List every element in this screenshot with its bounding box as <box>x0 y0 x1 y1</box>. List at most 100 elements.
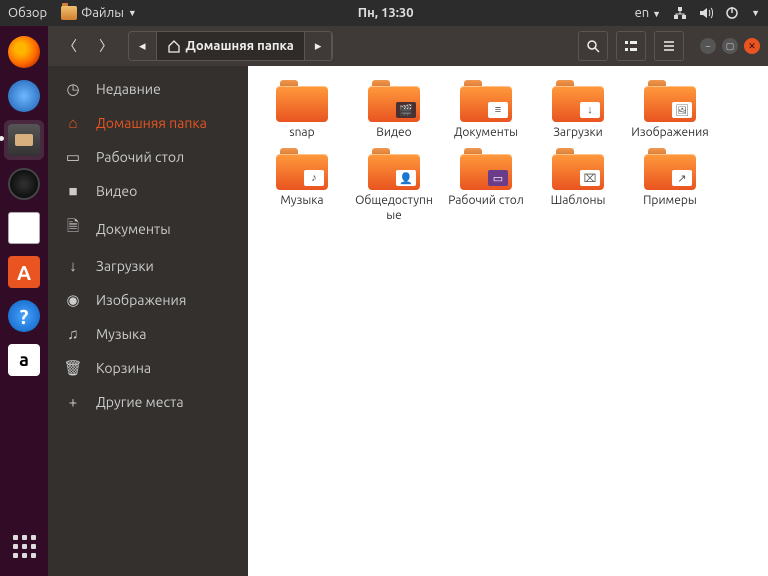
folder-item[interactable]: 🎬 Видео <box>350 80 438 140</box>
sidebar-item-videos[interactable]: ■Видео <box>48 174 248 208</box>
clock-icon: ◷ <box>64 80 82 98</box>
sidebar-item-recent[interactable]: ◷Недавние <box>48 72 248 106</box>
language-indicator[interactable]: en ▼ <box>635 6 662 20</box>
folder-emblem-icon: ↗ <box>672 170 692 186</box>
folder-item[interactable]: ♪ Музыка <box>258 148 346 223</box>
folder-item[interactable]: ▭ Рабочий стол <box>442 148 530 223</box>
folder-label: snap <box>289 126 314 140</box>
show-applications-button[interactable] <box>4 526 44 566</box>
volume-icon[interactable] <box>699 6 713 20</box>
dock-help[interactable]: ? <box>4 296 44 336</box>
help-icon: ? <box>8 300 40 332</box>
amazon-icon: a <box>8 344 40 376</box>
folder-item[interactable]: ↗Примеры <box>626 148 714 223</box>
clock[interactable]: Пн, 13:30 <box>137 6 635 20</box>
folder-label: Документы <box>454 126 518 140</box>
dock: A ? a <box>0 26 48 576</box>
sidebar-item-music[interactable]: ♫Музыка <box>48 317 248 351</box>
files-window: 〈 〉 ◂ Домашняя папка ▸ – ▢ <box>48 26 768 576</box>
folder-label: Видео <box>376 126 411 140</box>
back-button[interactable]: 〈 <box>56 32 84 60</box>
folder-item[interactable]: 🖼 Изображения <box>626 80 714 140</box>
camera-icon: ◉ <box>64 291 82 309</box>
sidebar-item-other[interactable]: +Другие места <box>48 385 248 418</box>
search-icon <box>586 39 600 53</box>
folder-label: Рабочий стол <box>448 194 524 208</box>
pathbar[interactable]: ◂ Домашняя папка ▸ <box>128 31 333 61</box>
files-icon <box>61 6 77 20</box>
maximize-button[interactable]: ▢ <box>722 38 738 54</box>
dock-amazon[interactable]: a <box>4 340 44 380</box>
dock-libreoffice[interactable] <box>4 208 44 248</box>
files-app-icon <box>8 124 40 156</box>
folder-icon: ↗ <box>644 148 696 190</box>
minimize-button[interactable]: – <box>700 38 716 54</box>
trash-icon: 🗑 <box>64 359 82 377</box>
libreoffice-icon <box>8 212 40 244</box>
video-icon: ■ <box>64 182 82 200</box>
list-view-icon <box>624 39 638 53</box>
folder-emblem-icon: 🎬 <box>396 102 416 118</box>
icon-view[interactable]: snap 🎬 Видео ≡ Документы ↓ Загрузки 🖼 Изображени… <box>248 66 768 576</box>
folder-label: Изображения <box>631 126 708 140</box>
document-icon: 🗎 <box>64 216 82 241</box>
power-icon[interactable] <box>725 6 739 20</box>
pathbar-prev[interactable]: ◂ <box>129 32 157 60</box>
folder-emblem-icon: ⌧ <box>580 170 600 186</box>
sidebar-item-desktop[interactable]: ▭Рабочий стол <box>48 140 248 174</box>
view-toggle-button[interactable] <box>616 31 646 61</box>
sidebar-item-pictures[interactable]: ◉Изображения <box>48 283 248 317</box>
dock-firefox[interactable] <box>4 32 44 72</box>
home-icon: ⌂ <box>64 114 82 132</box>
headerbar: 〈 〉 ◂ Домашняя папка ▸ – ▢ <box>48 26 768 66</box>
folder-item[interactable]: snap <box>258 80 346 140</box>
folder-item[interactable]: ⌧ Шаблоны <box>534 148 622 223</box>
folder-label: Шаблоны <box>551 194 606 208</box>
desktop-icon: ▭ <box>64 148 82 166</box>
folder-item[interactable]: 👤Общедоступные <box>350 148 438 223</box>
firefox-icon <box>8 36 40 68</box>
thunderbird-icon <box>8 80 40 112</box>
system-menu-chevron[interactable]: ▼ <box>751 8 760 18</box>
folder-icon: 🎬 <box>368 80 420 122</box>
close-button[interactable]: ✕ <box>744 38 760 54</box>
app-menu-files[interactable]: Файлы ▼ <box>61 6 137 20</box>
network-icon[interactable] <box>673 6 687 20</box>
folder-icon: ♪ <box>276 148 328 190</box>
dock-thunderbird[interactable] <box>4 76 44 116</box>
folder-emblem-icon: ♪ <box>304 170 324 186</box>
folder-icon: 🖼 <box>644 80 696 122</box>
folder-label: Загрузки <box>553 126 603 140</box>
folder-icon: 👤 <box>368 148 420 190</box>
folder-item[interactable]: ≡ Документы <box>442 80 530 140</box>
hamburger-menu-button[interactable] <box>654 31 684 61</box>
pathbar-current[interactable]: Домашняя папка <box>157 32 305 60</box>
sidebar-item-downloads[interactable]: ↓Загрузки <box>48 249 248 283</box>
folder-emblem-icon: 🖼 <box>672 102 692 118</box>
folder-icon <box>276 80 328 122</box>
chevron-down-icon: ▼ <box>128 8 137 18</box>
dock-files[interactable] <box>4 120 44 160</box>
activities-button[interactable]: Обзор <box>8 6 47 20</box>
folder-emblem-icon: ≡ <box>488 102 508 118</box>
sidebar-item-trash[interactable]: 🗑Корзина <box>48 351 248 385</box>
software-center-icon: A <box>8 256 40 288</box>
folder-icon: ▭ <box>460 148 512 190</box>
places-sidebar: ◷Недавние ⌂Домашняя папка ▭Рабочий стол … <box>48 66 248 576</box>
rhythmbox-icon <box>8 168 40 200</box>
dock-rhythmbox[interactable] <box>4 164 44 204</box>
sidebar-item-documents[interactable]: 🗎Документы <box>48 208 248 249</box>
download-icon: ↓ <box>64 257 82 275</box>
folder-label: Музыка <box>280 194 323 208</box>
dock-software[interactable]: A <box>4 252 44 292</box>
forward-button[interactable]: 〉 <box>92 32 120 60</box>
folder-icon: ≡ <box>460 80 512 122</box>
music-icon: ♫ <box>64 325 82 343</box>
folder-item[interactable]: ↓ Загрузки <box>534 80 622 140</box>
folder-emblem-icon: ↓ <box>580 102 600 118</box>
gnome-topbar: Обзор Файлы ▼ Пн, 13:30 en ▼ ▼ <box>0 0 768 26</box>
pathbar-next[interactable]: ▸ <box>305 32 333 60</box>
sidebar-item-home[interactable]: ⌂Домашняя папка <box>48 106 248 140</box>
search-button[interactable] <box>578 31 608 61</box>
folder-icon: ⌧ <box>552 148 604 190</box>
